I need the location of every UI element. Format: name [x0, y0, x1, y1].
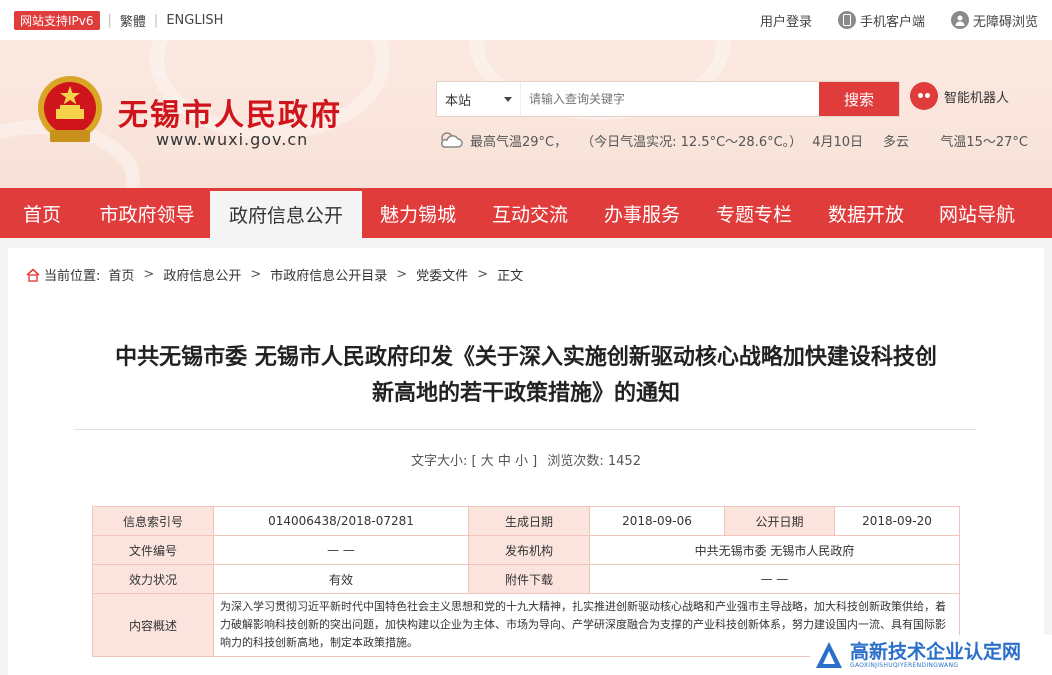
breadcrumb-prefix: 当前位置: [44, 269, 101, 284]
table-cell: 有效 [213, 564, 469, 594]
table-label: 生成日期 [468, 506, 590, 536]
breadcrumb-separator: > [143, 267, 155, 282]
breadcrumb-item-catalog[interactable]: 市政府信息公开目录 [270, 265, 387, 284]
divider: | [153, 12, 159, 28]
breadcrumb-item-party-docs[interactable]: 党委文件 [416, 265, 468, 284]
watermark-text: 高新技术企业认定网 [850, 640, 1022, 663]
breadcrumb-item-home[interactable]: 首页 [108, 265, 134, 284]
search-scope-value: 本站 [445, 93, 472, 109]
nav-item-topics[interactable]: 专题专栏 [698, 188, 810, 238]
divider: | [107, 12, 112, 28]
divider [74, 429, 976, 430]
breadcrumb-separator: > [396, 267, 408, 282]
table-cell: 2018-09-06 [589, 506, 725, 536]
views-label: 浏览次数: [547, 454, 604, 469]
attachment-download-link[interactable]: — — [589, 564, 960, 594]
breadcrumb-item-current: 正文 [497, 269, 524, 284]
nav-item-info-disclosure[interactable]: 政府信息公开 [210, 188, 362, 238]
page-title-line: 中共无锡市委 无锡市人民政府印发《关于深入实施创新驱动核心战略加快建设科技创 [115, 345, 937, 370]
table-row: 信息索引号 014006438/2018-07281 生成日期 2018-09-… [92, 506, 960, 536]
nav-item-leaders[interactable]: 市政府领导 [84, 188, 210, 238]
ipv6-badge: 网站支持IPv6 [14, 10, 100, 30]
accessible-browsing-link[interactable]: 无障碍浏览 [950, 11, 1038, 30]
table-label: 发布机构 [468, 535, 590, 565]
table-row: 效力状况 有效 附件下载 — — [92, 564, 960, 594]
table-row: 文件编号 — — 发布机构 中共无锡市委 无锡市人民政府 [92, 535, 960, 565]
font-size-label: 文字大小: [411, 454, 468, 469]
table-label: 效力状况 [92, 564, 214, 594]
accessible-browsing-label: 无障碍浏览 [972, 14, 1038, 30]
today-temperature: （今日气温实况: 12.5°C～28.6°C。） [581, 134, 803, 150]
search-button[interactable]: 搜索 [819, 82, 899, 116]
font-size-options[interactable]: [ 大 中 小 ] [472, 454, 538, 469]
cloudy-icon [440, 132, 463, 148]
smart-robot-link[interactable]: 智能机器人 [910, 82, 1009, 110]
nav-item-services[interactable]: 办事服务 [586, 188, 698, 238]
search-bar: 本站 搜索 [436, 81, 900, 117]
nav-item-site-map[interactable]: 网站导航 [922, 188, 1032, 238]
watermark-logo-icon [816, 642, 842, 668]
table-cell: 014006438/2018-07281 [213, 506, 469, 536]
table-cell: 中共无锡市委 无锡市人民政府 [589, 535, 960, 565]
temperature-range: 气温15～27°C [940, 134, 1028, 150]
main-nav: 首页 市政府领导 政府信息公开 魅力锡城 互动交流 办事服务 专题专栏 数据开放… [0, 188, 1052, 238]
table-label: 内容概述 [92, 593, 214, 657]
weather-date: 4月10日 [812, 134, 864, 150]
weather-bar: 最高气温29°C， （今日气温实况: 12.5°C～28.6°C。） 4月10日… [438, 130, 1028, 150]
chevron-down-icon [504, 96, 512, 102]
table-label: 公开日期 [724, 506, 835, 536]
watermark: 高新技术企业认定网 GAOXINJISHUQIYERENDINGWANG [810, 635, 1052, 675]
article-meta: 文字大小: [ 大 中 小 ] 浏览次数: 1452 [8, 450, 1044, 469]
national-emblem-icon[interactable] [36, 74, 104, 146]
max-temperature: 最高气温29°C， [470, 134, 568, 150]
table-label: 文件编号 [92, 535, 214, 565]
table-cell: — — [213, 535, 469, 565]
smart-robot-label: 智能机器人 [944, 90, 1010, 106]
traditional-chinese-link[interactable]: 繁體 [120, 11, 146, 30]
mobile-client-label: 手机客户端 [859, 14, 925, 30]
watermark-subtext: GAOXINJISHUQIYERENDINGWANG [850, 661, 959, 669]
search-input[interactable] [521, 82, 819, 116]
views-count: 1452 [607, 454, 641, 469]
robot-icon [910, 82, 938, 110]
nav-item-home[interactable]: 首页 [0, 188, 84, 238]
breadcrumb-item-info-disclosure[interactable]: 政府信息公开 [163, 265, 241, 284]
login-link[interactable]: 用户登录 [760, 11, 812, 30]
top-utility-bar: 网站支持IPv6 | 繁體 | ENGLISH 用户登录 手机客户端 无障碍浏览 [0, 0, 1052, 40]
english-link[interactable]: ENGLISH [166, 13, 223, 28]
article-panel: 当前位置: 首页 > 政府信息公开 > 市政府信息公开目录 > 党委文件 > 正… [8, 248, 1044, 675]
page-title-line: 新高地的若干政策措施》的通知 [371, 381, 680, 406]
site-title[interactable]: 无锡市人民政府 [118, 90, 342, 134]
breadcrumb-separator: > [477, 267, 489, 282]
phone-icon [837, 11, 856, 29]
page-title: 中共无锡市委 无锡市人民政府印发《关于深入实施创新驱动核心战略加快建设科技创 新… [48, 340, 1004, 412]
breadcrumb: 当前位置: 首页 > 政府信息公开 > 市政府信息公开目录 > 党委文件 > 正… [26, 265, 523, 284]
site-header: 无锡市人民政府 www.wuxi.gov.cn 本站 搜索 智能机器人 最高气温… [0, 40, 1052, 188]
person-icon [950, 11, 969, 29]
weather-condition: 多云 [883, 134, 910, 150]
table-label: 附件下载 [468, 564, 590, 594]
table-cell: 2018-09-20 [834, 506, 960, 536]
table-label: 信息索引号 [92, 506, 214, 536]
nav-item-charm-city[interactable]: 魅力锡城 [362, 188, 474, 238]
breadcrumb-separator: > [250, 267, 262, 282]
search-scope-select[interactable]: 本站 [437, 82, 521, 116]
main-content: 当前位置: 首页 > 政府信息公开 > 市政府信息公开目录 > 党委文件 > 正… [0, 238, 1052, 675]
nav-item-open-data[interactable]: 数据开放 [810, 188, 922, 238]
mobile-client-link[interactable]: 手机客户端 [837, 11, 925, 30]
nav-item-interaction[interactable]: 互动交流 [474, 188, 586, 238]
site-url: www.wuxi.gov.cn [156, 130, 309, 149]
home-icon [26, 267, 40, 282]
